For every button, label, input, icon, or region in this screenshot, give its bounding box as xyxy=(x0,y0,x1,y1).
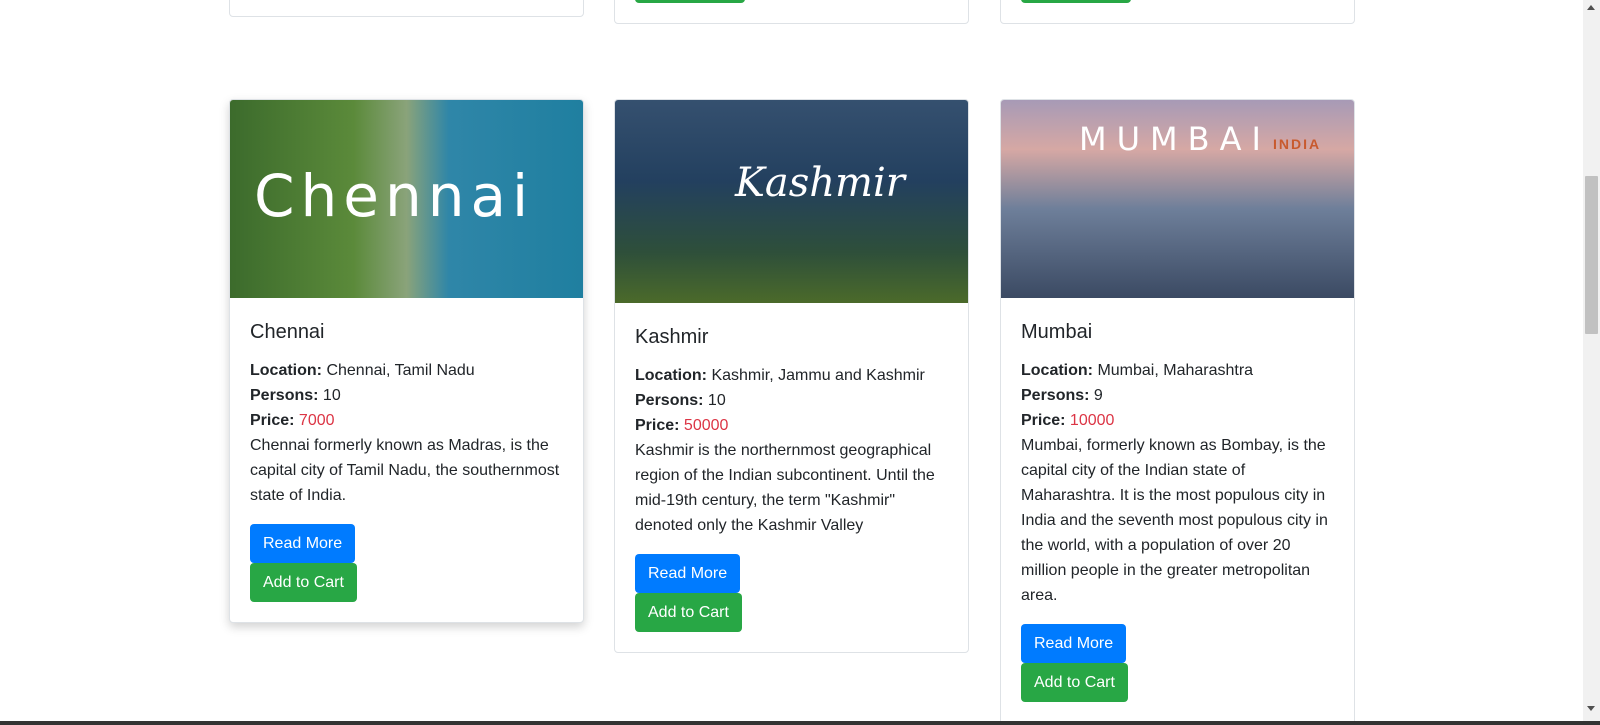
card-description: Chennai formerly known as Madras, is the… xyxy=(250,437,560,504)
previous-add-to-cart-button[interactable] xyxy=(1021,0,1131,3)
price-line: Price: 50000 xyxy=(635,417,729,434)
previous-card-2 xyxy=(614,0,969,24)
scroll-up-arrow-icon[interactable] xyxy=(1587,5,1595,10)
location-value: Mumbai, Maharashtra xyxy=(1097,362,1254,379)
previous-card-1 xyxy=(229,0,584,17)
read-more-button[interactable]: Read More xyxy=(250,524,356,563)
location-line: Location: Kashmir, Jammu and Kashmir xyxy=(635,367,925,384)
persons-value: 10 xyxy=(707,392,726,409)
image-subcaption: INDIA xyxy=(1273,136,1322,152)
card-title: Chennai xyxy=(250,321,325,343)
card-title: Kashmir xyxy=(635,326,709,348)
add-to-cart-button[interactable]: Add to Cart xyxy=(250,563,357,602)
card-description: Kashmir is the northernmost geographical… xyxy=(635,442,935,534)
persons-line: Persons: 10 xyxy=(635,392,726,409)
price-value: 50000 xyxy=(683,417,729,434)
card-image-mumbai: MUMBAI INDIA xyxy=(1001,100,1354,298)
image-caption: Kashmir xyxy=(735,160,905,206)
previous-card-3 xyxy=(1000,0,1355,24)
page-scrollbar[interactable] xyxy=(1583,0,1600,725)
product-card-kashmir: Kashmir Kashmir Location: Kashmir, Jammu… xyxy=(614,99,969,653)
add-to-cart-button[interactable]: Add to Cart xyxy=(635,593,742,632)
scroll-down-arrow-icon[interactable] xyxy=(1587,706,1595,711)
persons-value: 9 xyxy=(1093,387,1103,404)
price-value: 7000 xyxy=(298,412,335,429)
read-more-button[interactable]: Read More xyxy=(635,554,741,593)
previous-add-to-cart-button[interactable] xyxy=(635,0,745,3)
add-to-cart-button[interactable]: Add to Cart xyxy=(1021,663,1128,702)
location-line: Location: Mumbai, Maharashtra xyxy=(1021,362,1254,379)
location-value: Chennai, Tamil Nadu xyxy=(326,362,475,379)
persons-value: 10 xyxy=(322,387,341,404)
persons-line: Persons: 10 xyxy=(250,387,341,404)
card-image-chennai: Chennai xyxy=(230,100,583,298)
image-caption: MUMBAI xyxy=(1079,120,1271,158)
price-line: Price: 7000 xyxy=(250,412,335,429)
product-card-mumbai: MUMBAI INDIA Mumbai Location: Mumbai, Ma… xyxy=(1000,99,1355,725)
card-title: Mumbai xyxy=(1021,321,1093,343)
image-caption: Chennai xyxy=(254,162,535,230)
price-line: Price: 10000 xyxy=(1021,412,1115,429)
window-bottom-edge xyxy=(0,721,1600,725)
card-description: Mumbai, formerly known as Bombay, is the… xyxy=(1021,437,1328,604)
read-more-button[interactable]: Read More xyxy=(1021,624,1127,663)
product-card-chennai: Chennai Chennai Location: Chennai, Tamil… xyxy=(229,99,584,623)
location-value: Kashmir, Jammu and Kashmir xyxy=(711,367,925,384)
scrollbar-thumb[interactable] xyxy=(1585,176,1598,334)
persons-line: Persons: 9 xyxy=(1021,387,1103,404)
card-image-kashmir: Kashmir xyxy=(615,100,968,303)
location-line: Location: Chennai, Tamil Nadu xyxy=(250,362,475,379)
price-value: 10000 xyxy=(1069,412,1115,429)
